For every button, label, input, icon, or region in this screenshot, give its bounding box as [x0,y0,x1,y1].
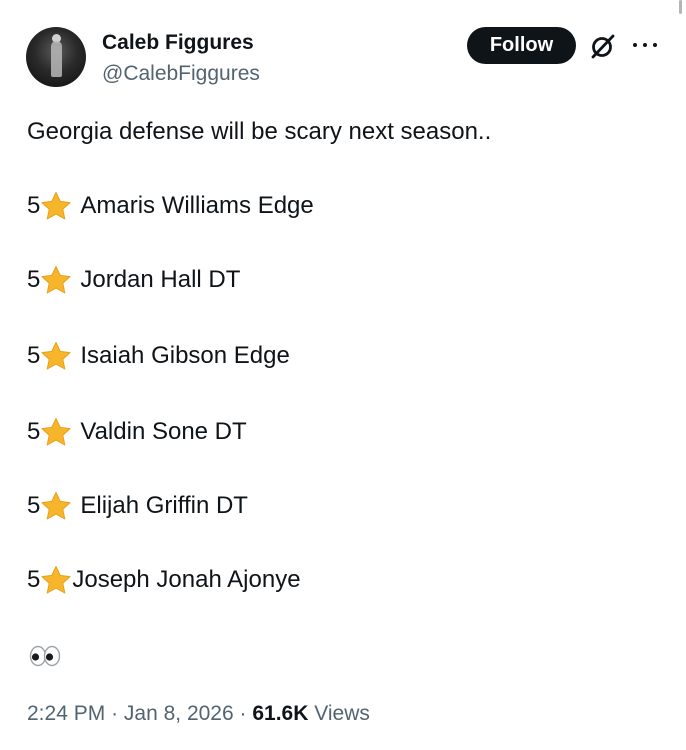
star-emoji-icon [41,418,71,446]
tweet-meta: 2:24 PM · Jan 8, 2026 · 61.6K Views [27,702,370,726]
player-name: Amaris Williams Edge [80,192,314,219]
meta-separator: · [239,702,247,725]
player-name: Jordan Hall DT [80,266,241,293]
follow-button[interactable]: Follow [467,27,576,64]
player-line: 5 Amaris Williams Edge [27,189,314,223]
player-name: Elijah Griffin DT [80,492,248,519]
star-rating: 5 [27,418,41,445]
tweet-card: Caleb Figgures @CalebFiggures Follow Geo… [0,0,686,750]
player-line: 5 Joseph Jonah Ajonye [27,563,301,597]
meta-separator: · [111,702,119,725]
star-emoji-icon [41,566,71,594]
player-name: Valdin Sone DT [80,418,247,445]
player-line: 5 Isaiah Gibson Edge [27,339,290,373]
avatar[interactable] [26,27,86,87]
player-line: 5 Jordan Hall DT [27,263,240,297]
eyes-emoji-icon [29,645,61,667]
player-name: Joseph Jonah Ajonye [72,566,301,593]
scrollbar[interactable] [679,0,682,14]
more-dots-icon[interactable] [633,41,657,49]
star-rating: 5 [27,492,41,519]
author-display-name[interactable]: Caleb Figgures [102,31,254,55]
star-rating: 5 [27,342,41,369]
star-rating: 5 [27,266,41,293]
views-count: 61.6K [252,702,309,725]
star-emoji-icon [41,342,71,370]
tweet-date[interactable]: Jan 8, 2026 [124,702,234,725]
author-handle[interactable]: @CalebFiggures [102,62,260,86]
player-line: 5 Elijah Griffin DT [27,489,248,523]
grok-slash-circle-icon[interactable] [590,33,616,59]
player-name: Isaiah Gibson Edge [80,342,290,369]
tweet-time[interactable]: 2:24 PM [27,702,105,725]
views-label: Views [314,702,370,725]
player-line: 5 Valdin Sone DT [27,415,247,449]
tweet-text: Georgia defense will be scary next seaso… [27,118,492,145]
avatar-figure [51,41,62,77]
star-emoji-icon [41,266,71,294]
star-emoji-icon [41,492,71,520]
star-rating: 5 [27,566,41,593]
star-emoji-icon [41,192,71,220]
star-rating: 5 [27,192,41,219]
